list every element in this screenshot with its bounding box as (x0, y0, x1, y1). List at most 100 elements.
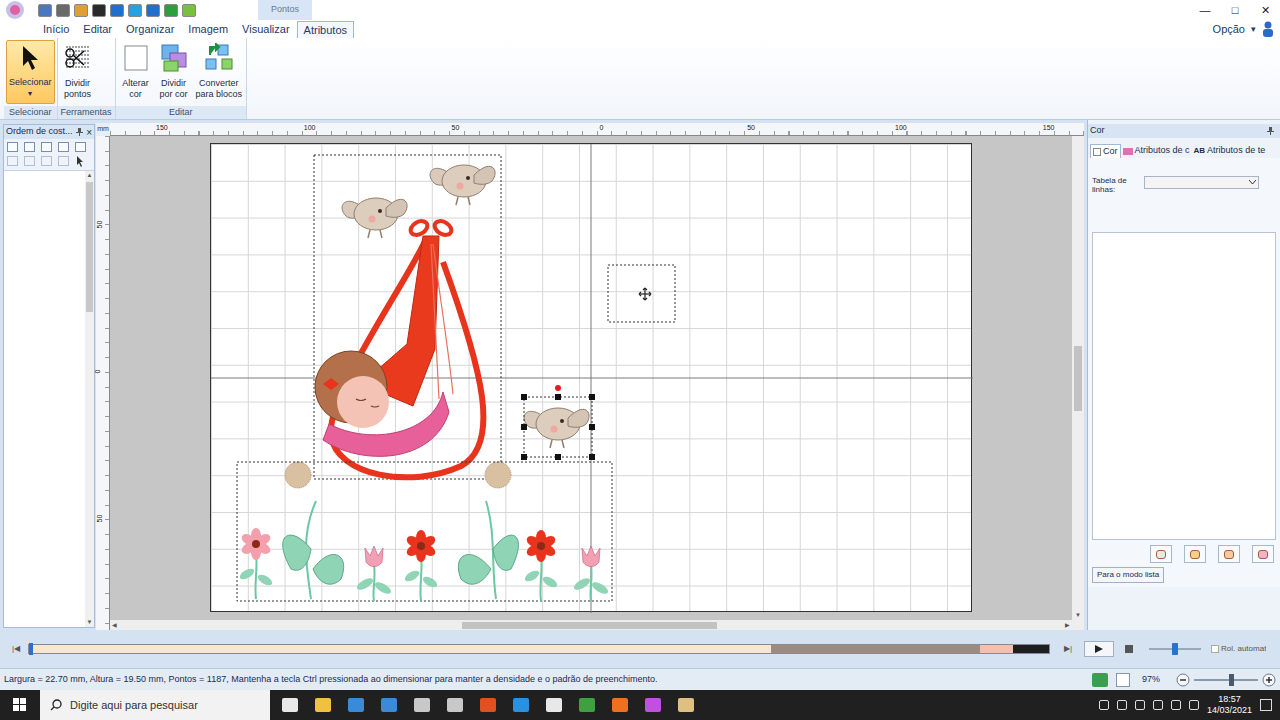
resize-handle[interactable] (521, 394, 527, 400)
order-tool-icon[interactable] (7, 142, 18, 152)
quick-access-icon[interactable] (56, 4, 70, 17)
order-tool-icon[interactable] (24, 156, 35, 166)
pin-icon[interactable] (1267, 127, 1274, 135)
taskbar-app-icon[interactable] (645, 698, 661, 712)
quick-access-icon[interactable] (74, 4, 88, 17)
ribbon-tab[interactable]: Atributos (297, 21, 354, 38)
taskbar-search[interactable]: Digite aqui para pesquisar (40, 690, 270, 720)
quick-access-icon[interactable] (92, 4, 106, 17)
tray-icon[interactable] (1117, 700, 1127, 710)
panel-tab[interactable]: Cor (1090, 144, 1121, 158)
zoom-slider[interactable] (1194, 674, 1258, 686)
resize-handle[interactable] (555, 454, 561, 460)
zoom-out-icon[interactable] (1176, 673, 1190, 687)
order-tool-icon[interactable] (58, 142, 69, 152)
vertical-scrollbar[interactable]: ▼ (1072, 136, 1084, 620)
order-tool-icon[interactable] (7, 156, 18, 166)
color-list[interactable] (1092, 232, 1276, 540)
ribbon-tab[interactable]: Editar (76, 21, 119, 38)
cursor-icon[interactable] (75, 156, 85, 167)
taskbar-app-icon[interactable] (447, 698, 463, 712)
dot-left[interactable] (285, 462, 311, 488)
tray-icon[interactable] (1135, 700, 1145, 710)
design-view[interactable] (110, 136, 1072, 620)
bird-right[interactable] (430, 165, 495, 205)
ribbon-button[interactable]: Selecionar▾ (6, 40, 55, 104)
dot-right[interactable] (485, 462, 511, 488)
app-logo-icon[interactable] (6, 1, 24, 19)
stop-icon[interactable] (1117, 641, 1141, 657)
slider-thumb[interactable] (1172, 643, 1178, 655)
color-action-icon[interactable] (1150, 545, 1172, 563)
taskbar-app-icon[interactable] (480, 698, 496, 712)
window-control-button[interactable]: — (1190, 0, 1220, 20)
bird-left[interactable] (342, 198, 407, 238)
resize-handle[interactable] (589, 424, 595, 430)
flower-red-left[interactable] (403, 530, 439, 601)
tulip-left[interactable] (355, 546, 393, 601)
quick-access-icon[interactable] (110, 4, 124, 17)
taskbar-app-icon[interactable] (315, 698, 331, 712)
panel-tab[interactable]: Atributos de c (1121, 144, 1192, 158)
resize-handle[interactable] (521, 454, 527, 460)
list-mode-button[interactable]: Para o modo lista (1092, 567, 1164, 583)
tray-icon[interactable] (1153, 700, 1163, 710)
color-action-icon[interactable] (1218, 545, 1240, 563)
status-icon[interactable] (1092, 673, 1108, 687)
color-sequence-bar[interactable] (28, 644, 1050, 654)
notifications-icon[interactable] (1260, 699, 1272, 711)
play-icon[interactable] (1084, 641, 1114, 657)
go-end-button[interactable]: ▶| (1060, 642, 1076, 656)
taskbar-app-icon[interactable] (282, 698, 298, 712)
order-tool-icon[interactable] (75, 142, 86, 152)
tray-icon[interactable] (1099, 700, 1109, 710)
ribbon-button[interactable]: Converterpara blocos (194, 40, 245, 104)
ribbon-tab[interactable]: Início (36, 21, 76, 38)
scrollbar[interactable]: ▲▼ (85, 171, 94, 627)
ribbon-button[interactable]: Dividirpor cor (156, 40, 192, 104)
taskbar-app-icon[interactable] (579, 698, 595, 712)
order-list[interactable] (4, 171, 85, 627)
order-tool-icon[interactable] (24, 142, 35, 152)
progress-marker[interactable] (29, 643, 33, 655)
pin-icon[interactable] (76, 128, 83, 136)
zoom-in-icon[interactable] (1262, 673, 1276, 687)
user-icon[interactable] (1262, 21, 1274, 37)
go-start-button[interactable]: |◀ (8, 642, 24, 656)
flower-red-right[interactable] (523, 530, 559, 601)
quick-access-icon[interactable] (146, 4, 160, 17)
taskbar-app-icon[interactable] (612, 698, 628, 712)
bird-selected[interactable] (524, 408, 589, 448)
flowers-leaves[interactable] (283, 501, 519, 599)
taskbar-app-icon[interactable] (678, 698, 694, 712)
ribbon-tab[interactable]: Organizar (119, 21, 181, 38)
ribbon-tab[interactable]: Imagem (181, 21, 235, 38)
order-tool-icon[interactable] (58, 156, 69, 166)
resize-handle[interactable] (555, 394, 561, 400)
taskbar-app-icon[interactable] (381, 698, 397, 712)
taskbar-app-icon[interactable] (348, 698, 364, 712)
close-button[interactable]: × (86, 125, 92, 140)
horizontal-scrollbar[interactable]: ◀▶ (110, 620, 1084, 630)
windows-start-icon[interactable] (0, 690, 40, 720)
clock[interactable]: 18:5714/03/2021 (1207, 694, 1252, 716)
speed-slider[interactable] (1149, 643, 1201, 655)
thread-table-select[interactable] (1144, 176, 1259, 189)
order-tool-icon[interactable] (41, 156, 52, 166)
quick-access-icon[interactable] (128, 4, 142, 17)
option-menu[interactable]: Opção▾ (1213, 21, 1256, 38)
resize-handle[interactable] (589, 454, 595, 460)
tray-icon[interactable] (1171, 700, 1181, 710)
window-control-button[interactable]: □ (1220, 0, 1250, 20)
status-icon[interactable] (1116, 673, 1130, 687)
resize-handle[interactable] (589, 394, 595, 400)
flower-pink[interactable] (238, 528, 274, 599)
color-action-icon[interactable] (1184, 545, 1206, 563)
order-tool-icon[interactable] (41, 142, 52, 152)
taskbar-app-icon[interactable] (546, 698, 562, 712)
window-control-button[interactable]: ✕ (1250, 0, 1280, 20)
color-action-icon[interactable] (1252, 545, 1274, 563)
stork-bundle[interactable] (315, 218, 483, 477)
taskbar-app-icon[interactable] (513, 698, 529, 712)
quick-access-icon[interactable] (164, 4, 178, 17)
